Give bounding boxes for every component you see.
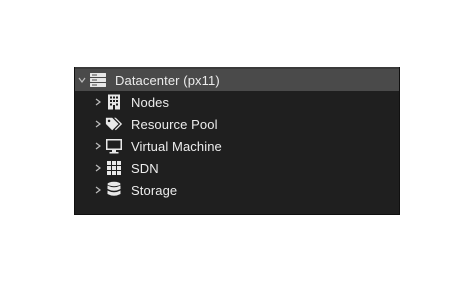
resource-tree-panel: Datacenter (px11) Nodes Resource Pool Vi… bbox=[74, 67, 400, 215]
chevron-right-icon[interactable] bbox=[93, 139, 103, 153]
tree-item-nodes[interactable]: Nodes bbox=[75, 91, 399, 113]
monitor-icon bbox=[105, 137, 123, 155]
chevron-down-icon[interactable] bbox=[77, 73, 87, 87]
tree-item-label: SDN bbox=[131, 160, 159, 176]
chevron-right-icon[interactable] bbox=[93, 95, 103, 109]
database-icon bbox=[105, 181, 123, 199]
tags-icon bbox=[105, 115, 123, 133]
tree-item-label: Storage bbox=[131, 182, 178, 198]
tree-item-label: Resource Pool bbox=[131, 116, 218, 132]
chevron-right-icon[interactable] bbox=[93, 161, 103, 175]
chevron-right-icon[interactable] bbox=[93, 117, 103, 131]
tree-item-label: Nodes bbox=[131, 94, 170, 110]
tree-item-virtual-machine[interactable]: Virtual Machine bbox=[75, 135, 399, 157]
grid-icon bbox=[105, 159, 123, 177]
chevron-right-icon[interactable] bbox=[93, 183, 103, 197]
tree-item-resource-pool[interactable]: Resource Pool bbox=[75, 113, 399, 135]
building-icon bbox=[105, 93, 123, 111]
tree-item-storage[interactable]: Storage bbox=[75, 179, 399, 201]
server-stack-icon bbox=[89, 71, 107, 89]
tree-item-label: Virtual Machine bbox=[131, 138, 222, 154]
tree-item-label: Datacenter (px11) bbox=[115, 72, 220, 88]
tree-item-sdn[interactable]: SDN bbox=[75, 157, 399, 179]
tree-item-datacenter[interactable]: Datacenter (px11) bbox=[75, 67, 399, 91]
